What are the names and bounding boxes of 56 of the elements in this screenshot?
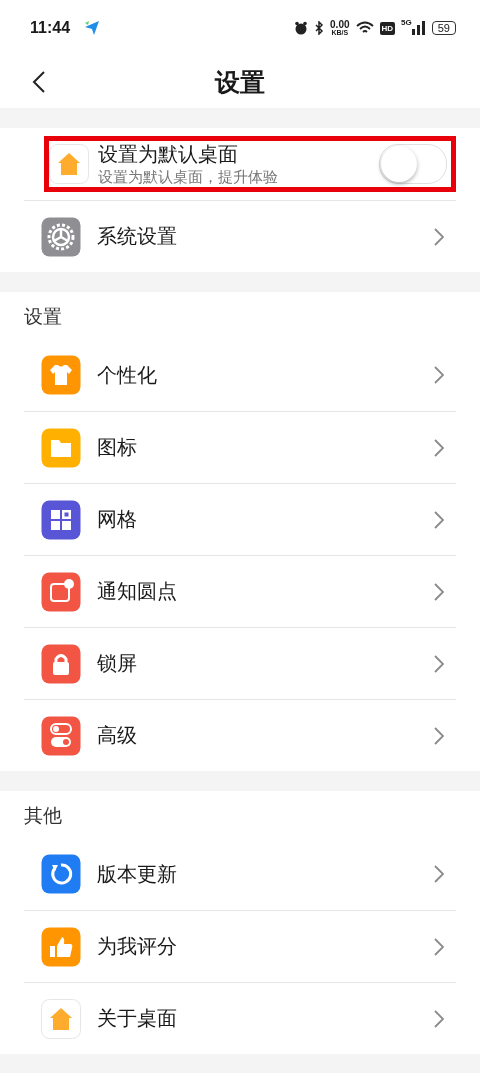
page-title: 设置 — [215, 66, 265, 99]
refresh-icon — [41, 854, 81, 894]
network-type: 5G — [401, 18, 412, 27]
item-label: 高级 — [97, 722, 138, 749]
settings-item[interactable]: 个性化 — [0, 339, 480, 411]
thumbs-up-icon — [41, 926, 81, 967]
wifi-icon — [355, 21, 374, 35]
folder-icon — [41, 427, 81, 468]
gear-icon — [41, 216, 81, 257]
shirt-icon — [41, 355, 81, 395]
chevron-right-icon — [434, 582, 444, 601]
chevron-right-icon — [434, 726, 444, 745]
item-label: 设置为默认桌面 — [98, 141, 239, 168]
item-label: 锁屏 — [97, 650, 138, 677]
house-icon — [41, 998, 81, 1039]
bluetooth-icon — [314, 21, 325, 35]
signal-icon — [411, 21, 426, 35]
house-icon — [49, 144, 89, 184]
paper-plane-icon — [84, 20, 101, 36]
settings-item[interactable]: 图标 — [0, 411, 480, 483]
switches-icon — [41, 715, 81, 756]
back-icon[interactable] — [32, 70, 46, 94]
chevron-right-icon — [434, 510, 444, 529]
battery-indicator: 59 — [431, 21, 456, 35]
status-time: 11:44 — [30, 19, 71, 37]
item-label: 通知圆点 — [97, 578, 178, 605]
chevron-right-icon — [434, 865, 444, 883]
network-speed: 0.00 — [330, 19, 350, 29]
settings-item[interactable]: 通知圆点 — [0, 555, 480, 627]
chevron-right-icon — [434, 1009, 444, 1028]
item-label: 个性化 — [97, 361, 158, 389]
item-label: 为我评分 — [97, 933, 178, 960]
hd-badge: HD — [379, 21, 396, 35]
settings-item[interactable]: 为我评分 — [0, 910, 480, 982]
settings-item[interactable]: 网格 — [0, 483, 480, 555]
settings-item[interactable]: 高级 — [0, 699, 480, 771]
item-label: 版本更新 — [97, 860, 178, 888]
chevron-right-icon — [434, 227, 444, 246]
settings-item[interactable]: 关于桌面 — [0, 982, 480, 1054]
grid-icon — [41, 499, 81, 540]
section-title: 其他 — [23, 803, 63, 828]
chevron-right-icon — [434, 937, 444, 956]
chevron-right-icon — [434, 438, 444, 457]
item-label: 系统设置 — [97, 223, 178, 250]
toggle-switch[interactable] — [379, 144, 447, 184]
item-label: 图标 — [97, 434, 138, 461]
chevron-right-icon — [434, 366, 444, 384]
item-label: 网格 — [97, 506, 138, 533]
settings-item[interactable]: 版本更新 — [0, 838, 480, 910]
item-label: 关于桌面 — [97, 1005, 178, 1032]
chevron-right-icon — [434, 654, 444, 673]
settings-item[interactable]: 锁屏 — [0, 627, 480, 699]
section-title: 设置 — [23, 304, 63, 329]
item-subtitle: 设置为默认桌面，提升体验 — [98, 168, 279, 187]
settings-item[interactable]: 系统设置 — [0, 200, 480, 272]
lock-icon — [41, 643, 81, 684]
